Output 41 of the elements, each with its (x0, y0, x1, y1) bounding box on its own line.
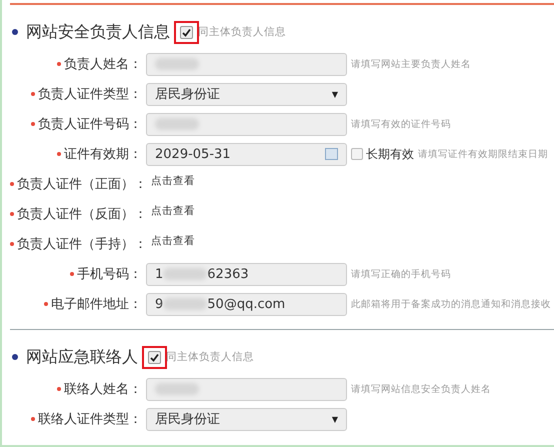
checkbox[interactable] (148, 350, 161, 364)
input-field[interactable] (146, 378, 347, 400)
field-label: 负责人证件（反面）： (17, 206, 147, 223)
bullet-icon (12, 354, 18, 360)
field-label: 手机号码： (77, 266, 142, 283)
hint-text: 请填写正确的手机号码 (351, 268, 451, 280)
bullet-icon (12, 29, 18, 35)
section-title: 网站安全负责人信息 (26, 22, 170, 42)
checkbox[interactable] (180, 26, 193, 38)
hint-text: 请填写网站主要负责人姓名 (351, 58, 471, 70)
field-label: 负责人姓名： (64, 56, 142, 73)
hint-text: 请填写网站信息安全负责人姓名 (351, 382, 491, 396)
caret-icon: ▼ (332, 90, 338, 98)
view-link[interactable]: 点击查看 (151, 204, 195, 218)
input-field[interactable]: 1 62363 (146, 262, 347, 286)
select-field[interactable]: 居民身份证 ▼ (146, 408, 347, 430)
field-label: 证件有效期： (64, 146, 142, 163)
checkbox-label: 长期有效 (366, 146, 414, 162)
field-label: 负责人证件号码： (38, 116, 142, 133)
select-field[interactable]: 居民身份证 ▼ (146, 82, 347, 106)
hint-text: 此邮箱将用于备案成功的消息通知和消息接收 (351, 298, 551, 310)
checkbox-label: 同主体负责人信息 (166, 350, 254, 364)
input-field[interactable]: 9 50@qq.com (146, 292, 347, 316)
view-link[interactable]: 点击查看 (151, 174, 195, 188)
caret-icon: ▼ (332, 414, 338, 424)
date-field[interactable]: 2029-05-31 (146, 142, 347, 166)
field-label: 负责人证件（正面）： (17, 176, 147, 193)
section-title: 网站应急联络人 (26, 346, 138, 368)
field-label: 负责人证件类型： (38, 86, 142, 103)
hint-text: 请填写有效的证件号码 (351, 118, 451, 130)
calendar-icon (325, 148, 338, 160)
field-label: 联络人证件类型： (38, 411, 142, 428)
checkbox-label: 同主体负责人信息 (198, 25, 286, 39)
input-field[interactable] (146, 112, 347, 136)
field-label: 联络人姓名： (64, 381, 142, 398)
checkbox[interactable] (351, 148, 363, 160)
view-link[interactable]: 点击查看 (151, 234, 195, 248)
field-label: 电子邮件地址： (51, 296, 142, 313)
field-label: 负责人证件（手持）： (17, 236, 147, 253)
input-field[interactable] (146, 52, 347, 76)
hint-text: 请填写证件有效期限结束日期 (418, 148, 548, 160)
